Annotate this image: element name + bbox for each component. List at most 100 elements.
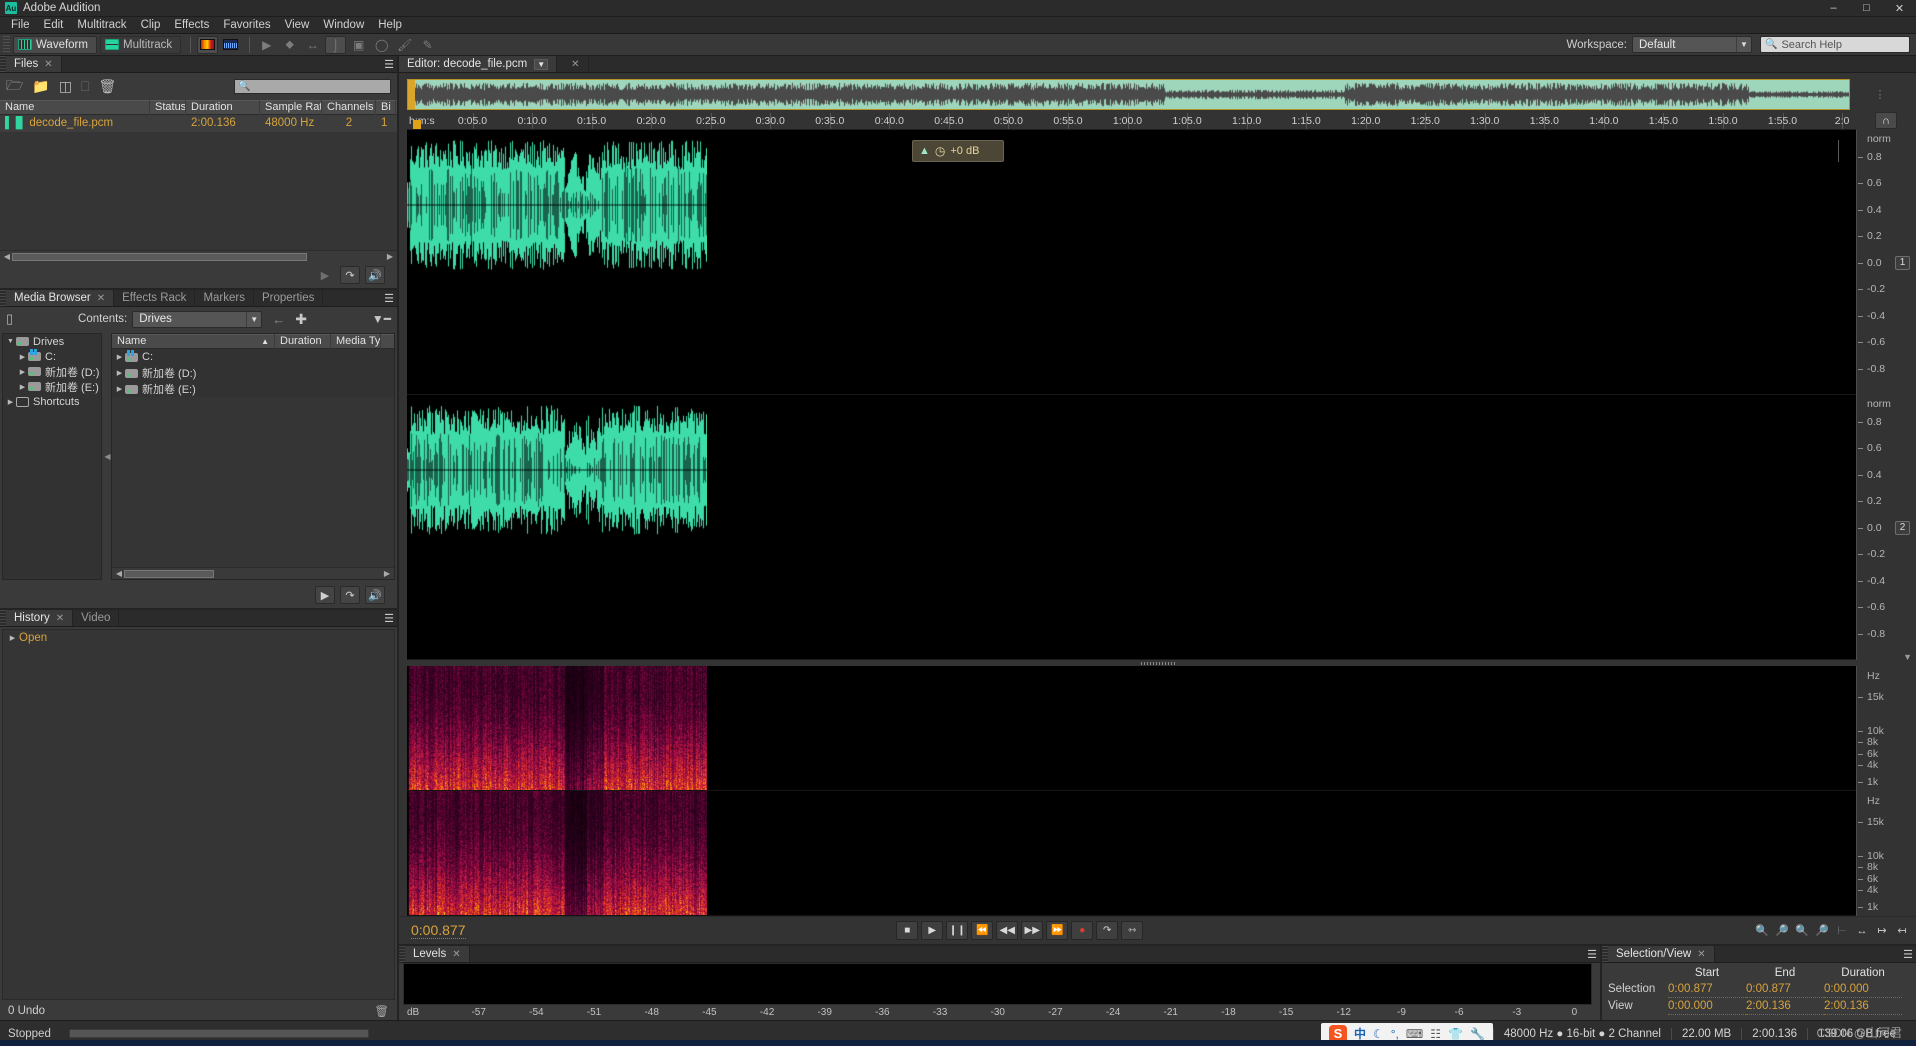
toolbox-icon[interactable]: ☷ xyxy=(1430,1027,1441,1041)
panel-menu-icon[interactable]: ☰ xyxy=(1903,948,1913,961)
punctuation-icon[interactable]: °, xyxy=(1391,1027,1399,1041)
list-item[interactable]: ▶ C: xyxy=(112,349,394,365)
selection-end[interactable]: 0:00.877 xyxy=(1746,981,1824,998)
skip-selection-button[interactable]: ⇿ xyxy=(1121,921,1144,940)
fast-forward-button[interactable]: ▶▶ xyxy=(1021,921,1044,940)
tree-item-e[interactable]: ▶ 新加卷 (E:) xyxy=(3,379,101,394)
files-search-input[interactable]: 🔍 xyxy=(234,79,391,94)
record-button[interactable]: ● xyxy=(1071,921,1094,940)
scroll-right-icon[interactable]: ▶ xyxy=(385,252,395,261)
waveform-canvas-1[interactable] xyxy=(407,130,707,280)
zoom-out-time-icon[interactable]: 🔎 xyxy=(1814,923,1830,939)
tab-media-browser[interactable]: Media Browser ✕ xyxy=(6,290,115,306)
menu-view[interactable]: View xyxy=(278,17,317,34)
navigator-waveform[interactable] xyxy=(407,78,1850,110)
list-item[interactable]: ▶ 新加卷 (D:) xyxy=(112,365,394,381)
current-timecode[interactable]: 0:00.877 xyxy=(411,922,466,939)
waveform-channel-2[interactable] xyxy=(407,395,1856,660)
tab-properties[interactable]: Properties xyxy=(253,290,324,306)
media-col-duration[interactable]: Duration xyxy=(275,334,331,349)
scroll-thumb[interactable] xyxy=(12,252,307,261)
chevron-right-icon[interactable]: ▶ xyxy=(17,383,28,391)
close-icon[interactable]: ✕ xyxy=(1697,949,1705,960)
time-selection-button[interactable]: ↔ xyxy=(302,36,323,54)
pause-button[interactable]: ❙❙ xyxy=(946,921,969,940)
amplitude-scale-1[interactable]: norm 0.8 0.6 0.4 0.2 0.0 1 -0.2 -0.4 -0.6 -0.8 xyxy=(1856,130,1916,395)
view-duration[interactable]: 2:00.136 xyxy=(1824,998,1902,1015)
zoom-out-selection-icon[interactable]: ↤ xyxy=(1894,923,1910,939)
skip-to-end-button[interactable]: ⏩ xyxy=(1046,921,1069,940)
skin-icon[interactable]: 👕 xyxy=(1448,1027,1463,1041)
multitrack-mode-button[interactable]: Multitrack xyxy=(99,35,182,54)
new-file-icon[interactable]: ◫ xyxy=(59,78,72,95)
media-col-name[interactable]: Name xyxy=(117,334,146,349)
back-arrow-icon[interactable]: ← xyxy=(272,312,285,327)
navigator-start-marker[interactable] xyxy=(408,79,415,109)
panel-menu-icon[interactable]: ☰ xyxy=(384,292,394,305)
tab-effects-rack[interactable]: Effects Rack xyxy=(114,290,196,306)
tab-editor[interactable]: Editor: decode_file.pcm ▼ xyxy=(399,56,558,72)
menu-file[interactable]: File xyxy=(4,17,37,34)
contents-select[interactable]: Drives ▼ xyxy=(132,310,263,328)
tab-markers[interactable]: Markers xyxy=(195,290,254,306)
media-col-type[interactable]: Media Ty xyxy=(331,334,381,349)
table-row[interactable]: ▌▐▌ decode_file.pcm 2:00.136 48000 Hz 2 … xyxy=(0,115,397,132)
media-browser-splitter[interactable]: ◀ xyxy=(104,331,111,582)
channel-number-button[interactable]: 2 xyxy=(1895,520,1910,535)
view-start[interactable]: 0:00.000 xyxy=(1668,998,1746,1015)
panel-menu-icon[interactable]: ☰ xyxy=(1587,948,1597,961)
tree-item-d[interactable]: ▶ 新加卷 (D:) xyxy=(3,364,101,379)
text-cursor-button[interactable]: ⌡ xyxy=(325,35,347,54)
zoom-to-selection-icon[interactable]: ↔ xyxy=(1854,923,1870,939)
chevron-down-icon[interactable]: ▼ xyxy=(534,58,549,70)
loop-button[interactable]: ↷ xyxy=(1096,921,1119,940)
tab-video[interactable]: Video xyxy=(73,610,120,626)
auto-play-button[interactable]: ↷ xyxy=(340,266,360,284)
files-hscrollbar[interactable]: ◀ ▶ xyxy=(0,250,397,262)
spectral-channel-1[interactable] xyxy=(407,666,1856,791)
zoom-in-selection-icon[interactable]: ↦ xyxy=(1874,923,1890,939)
open-file-icon[interactable]: 🗁 xyxy=(6,75,23,99)
chevron-right-icon[interactable]: ▶ xyxy=(114,385,125,393)
open-folder-icon[interactable]: 📁 xyxy=(32,78,49,95)
media-hscrollbar[interactable]: ◀ ▶ xyxy=(112,567,394,579)
waveform-mode-button[interactable]: Waveform xyxy=(13,35,97,54)
files-col-status[interactable]: Status xyxy=(150,100,186,115)
tab-history[interactable]: History ✕ xyxy=(6,610,74,626)
filter-icon[interactable]: ▼━ xyxy=(372,312,391,326)
selection-start[interactable]: 0:00.877 xyxy=(1668,981,1746,998)
files-col-samplerate[interactable]: Sample Rate xyxy=(260,100,322,115)
play-preview-button[interactable]: ▶ xyxy=(315,266,335,284)
zoom-navigator[interactable]: ⋮ xyxy=(399,73,1916,113)
chevron-right-icon[interactable]: ▶ xyxy=(17,353,28,361)
insert-into-multitrack-icon[interactable]: ⎕ xyxy=(81,78,89,95)
editor-close[interactable]: ✕ xyxy=(557,56,589,72)
scroll-right-icon[interactable]: ▶ xyxy=(382,569,392,578)
frequency-scale-1[interactable]: ▼ Hz 15k 10k 8k 6k 4k 1k xyxy=(1856,652,1916,791)
panel-grip[interactable] xyxy=(0,56,6,72)
slip-tool-button[interactable]: ⬥ xyxy=(279,36,300,54)
menu-edit[interactable]: Edit xyxy=(37,17,71,34)
spectral-frequency-button[interactable] xyxy=(197,35,219,54)
scroll-left-icon[interactable]: ◀ xyxy=(2,252,12,261)
spot-healing-button[interactable]: ✎ xyxy=(417,36,438,54)
marquee-select-button[interactable]: ▣ xyxy=(348,36,369,54)
selection-duration[interactable]: 0:00.000 xyxy=(1824,981,1902,998)
chevron-down-icon[interactable]: ▼ xyxy=(1903,652,1912,662)
chevron-right-icon[interactable]: ▶ xyxy=(114,369,125,377)
close-icon[interactable]: ✕ xyxy=(571,59,579,70)
tree-item-shortcuts[interactable]: ▶ Shortcuts xyxy=(3,394,101,409)
paintbrush-select-button[interactable]: 🖌 xyxy=(394,36,415,54)
zoom-in-amplitude-icon[interactable]: 🔍 xyxy=(1754,923,1770,939)
settings-wrench-icon[interactable]: 🔧 xyxy=(1470,1027,1485,1041)
channel-number-button[interactable]: 1 xyxy=(1895,255,1910,270)
list-item[interactable]: ▶ 新加卷 (E:) xyxy=(112,381,394,397)
menu-favorites[interactable]: Favorites xyxy=(216,17,277,34)
panel-grip[interactable] xyxy=(1602,946,1608,962)
close-button[interactable]: ✕ xyxy=(1883,0,1916,17)
close-icon[interactable]: ✕ xyxy=(452,949,460,960)
tree-item-c[interactable]: ▶ C: xyxy=(3,349,101,364)
list-item[interactable]: ▶ Open xyxy=(3,630,394,646)
menu-effects[interactable]: Effects xyxy=(167,17,216,34)
waveform-channel-1[interactable]: ▲ ◷ +0 dB xyxy=(407,130,1856,395)
